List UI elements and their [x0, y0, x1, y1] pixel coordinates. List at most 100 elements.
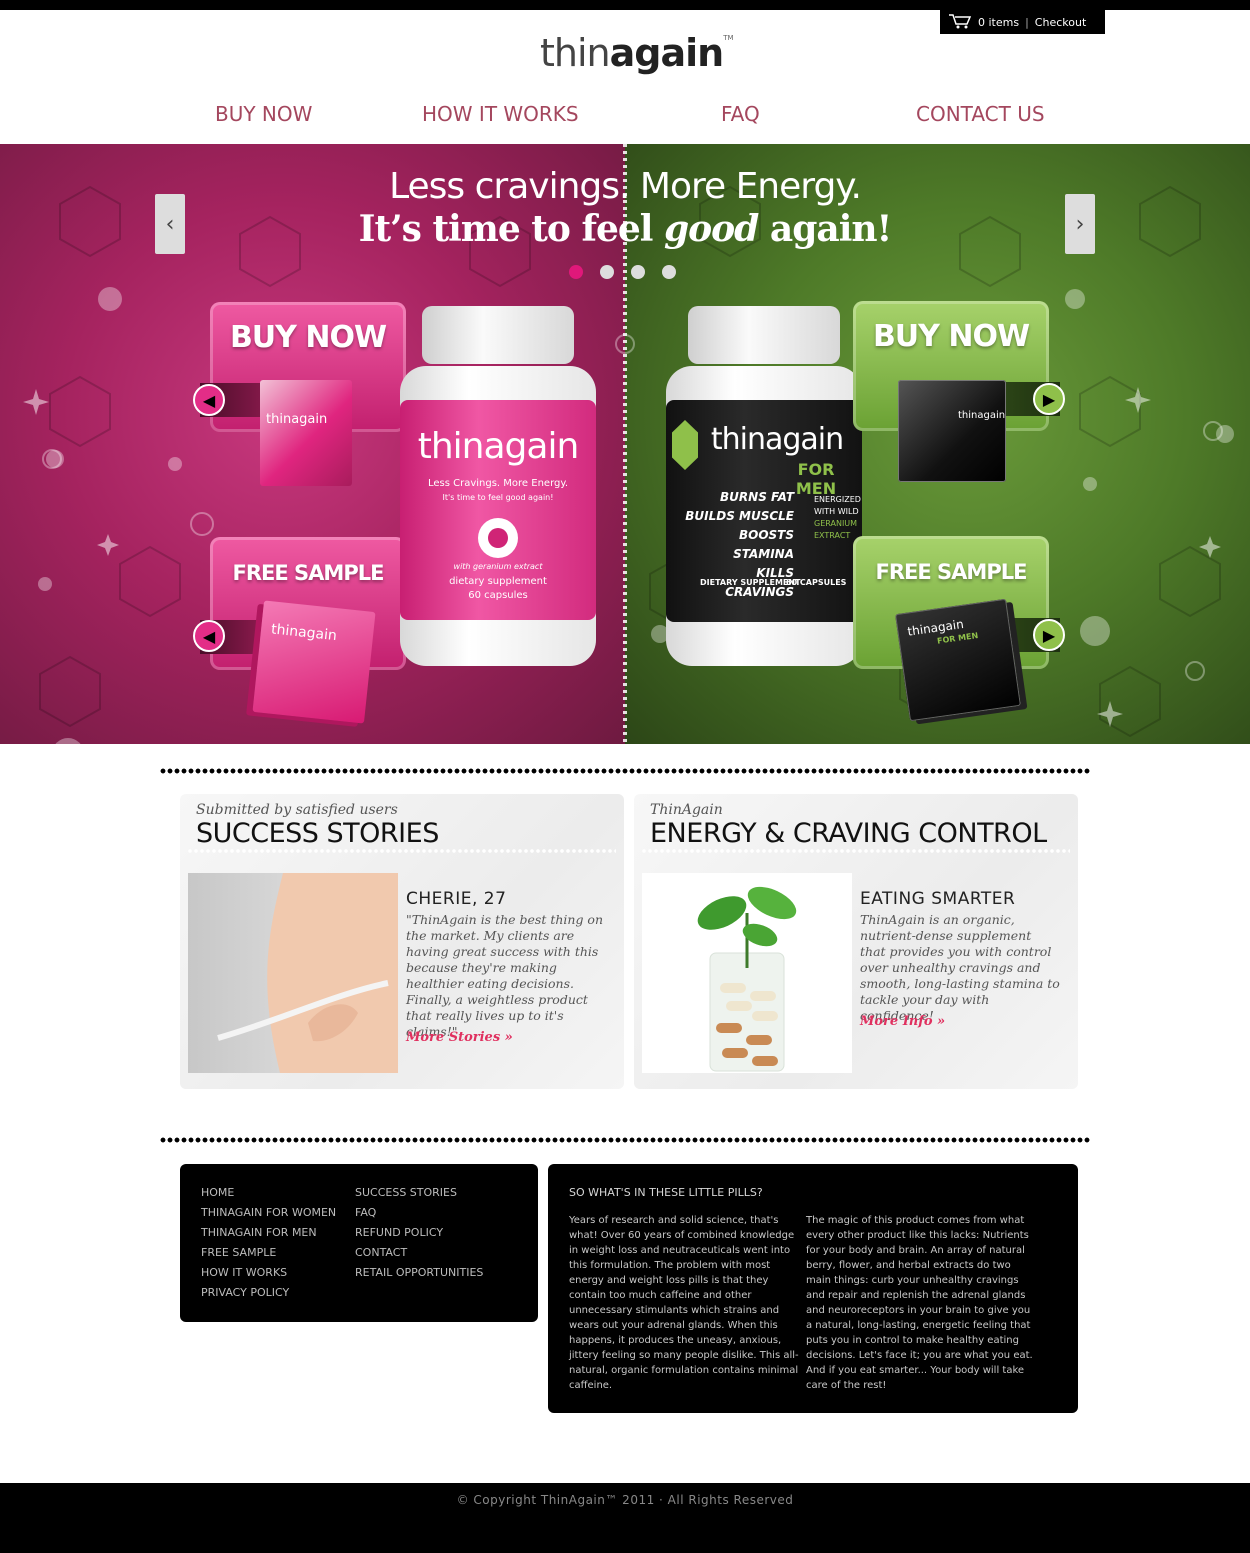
women-bottle-sub: It's time to feel good again! [442, 493, 554, 502]
footer-link-retail[interactable]: RETAIL OPPORTUNITIES [355, 1266, 483, 1280]
women-bottle-label: thinagain Less Cravings. More Energy. It… [400, 400, 596, 620]
men-bottle-label: thinagain FOR MEN BURNS FAT BUILDS MUSCL… [666, 400, 862, 622]
women-bottle-extract: with geranium extract [453, 562, 543, 571]
footer-nav-col-1: HOME THINAGAIN FOR WOMEN THINAGAIN FOR M… [201, 1186, 336, 1300]
top-bar [0, 0, 1250, 10]
footer-link-privacy[interactable]: PRIVACY POLICY [201, 1286, 336, 1300]
slider-pagination [569, 265, 676, 279]
arrow-left-icon: ◀ [202, 626, 216, 646]
hero-subheadline-end: again! [758, 208, 892, 250]
more-stories-link[interactable]: More Stories » [406, 1030, 513, 1045]
section-divider-bottom [160, 1137, 1090, 1143]
men-sample-arrow-button[interactable]: ▶ [1033, 619, 1065, 651]
section-divider-top [160, 768, 1090, 774]
men-claim: BUILDS MUSCLE [685, 509, 794, 523]
men-bottle-cap [688, 306, 840, 364]
men-bottle-energized: ENERGIZED WITH WILD GERANIUM EXTRACT [814, 494, 861, 542]
copyright-bar: © Copyright ThinAgain™ 2011 · All Rights… [0, 1483, 1250, 1553]
footer-info-paragraph-2: The magic of this product comes from wha… [806, 1215, 1033, 1391]
women-sample-pack: thinagain [252, 600, 376, 724]
measuring-tape-icon [217, 873, 398, 1073]
card-divider [642, 849, 1070, 853]
men-bottle-brand: thinagain [710, 422, 844, 457]
hero-subheadline: It’s time to feel good again! [0, 208, 1250, 250]
slider-dot-2[interactable] [600, 265, 614, 279]
chevron-left-icon: ‹ [165, 211, 175, 237]
checkout-link[interactable]: Checkout [1035, 16, 1086, 29]
chevron-right-icon: › [1075, 211, 1085, 237]
main-nav: BUY NOW HOW IT WORKS FAQ CONTACT US [0, 102, 1250, 132]
nav-buy-now[interactable]: BUY NOW [215, 102, 312, 126]
men-claim: BOOSTS STAMINA [733, 528, 794, 561]
cart-items-link[interactable]: 0 items [978, 16, 1019, 29]
arrow-right-icon: ▶ [1042, 389, 1056, 409]
cart-bar: 0 items | Checkout [940, 10, 1105, 34]
footer-info-title: SO WHAT'S IN THESE LITTLE PILLS? [569, 1186, 763, 1199]
men-energized-line: ENERGIZED [814, 495, 861, 504]
women-bottle-brand: thinagain [417, 426, 580, 467]
cart-icon[interactable] [948, 13, 972, 32]
hero-headline: Less cravings. More Energy. [389, 166, 862, 207]
footer-link-home[interactable]: HOME [201, 1186, 336, 1200]
footer-info-box: SO WHAT'S IN THESE LITTLE PILLS? Years o… [548, 1164, 1078, 1413]
men-energized-line: EXTRACT [814, 531, 851, 540]
hero-subheadline-start: It’s time to feel [358, 208, 664, 250]
cart-separator: | [1025, 15, 1029, 29]
men-buy-arrow-button[interactable]: ▶ [1033, 383, 1065, 415]
men-energized-line: GERANIUM [814, 519, 858, 528]
women-bottle-cap [422, 306, 574, 364]
slider-dot-1[interactable] [569, 265, 583, 279]
women-sample-arrow-button[interactable]: ◀ [193, 620, 225, 652]
slider-next-button[interactable]: › [1065, 194, 1095, 254]
slider-dot-4[interactable] [662, 265, 676, 279]
hero-subheadline-emphasis: good [663, 208, 759, 250]
women-bottle: thinagain Less Cravings. More Energy. It… [400, 366, 596, 666]
site-logo[interactable]: thin again TM [540, 22, 734, 75]
logo-text-thin: thin [540, 31, 611, 75]
footer-nav: HOME THINAGAIN FOR WOMEN THINAGAIN FOR M… [180, 1164, 538, 1322]
men-energized-line: WITH WILD [814, 507, 859, 516]
footer-link-men[interactable]: THINAGAIN FOR MEN [201, 1226, 336, 1240]
footer-link-faq[interactable]: FAQ [355, 1206, 483, 1220]
energy-craving-card: ThinAgain ENERGY & CRAVING CONTROL EATIN… [634, 794, 1078, 1089]
women-bottle-type: dietary supplement [449, 576, 547, 587]
women-bottle-tagline: Less Cravings. More Energy. [427, 478, 569, 489]
footer-link-refund[interactable]: REFUND POLICY [355, 1226, 483, 1240]
more-info-link[interactable]: More Info » [860, 1014, 945, 1029]
men-bottle: thinagain FOR MEN BURNS FAT BUILDS MUSCL… [666, 366, 862, 666]
men-product-box: thinagain [898, 380, 1006, 482]
arrow-left-icon: ◀ [202, 390, 216, 410]
slider-prev-button[interactable]: ‹ [155, 194, 185, 254]
card-divider [188, 849, 616, 853]
nav-faq[interactable]: FAQ [721, 102, 760, 126]
women-product-box: thinagain [260, 380, 352, 486]
footer-link-success-stories[interactable]: SUCCESS STORIES [355, 1186, 483, 1200]
success-person-name: CHERIE, 27 [406, 889, 507, 909]
success-photo [188, 873, 398, 1073]
men-box-brand: thinagain [958, 410, 1006, 421]
nav-contact-us[interactable]: CONTACT US [916, 102, 1045, 126]
logo-text-again: again [609, 31, 725, 75]
success-title: SUCCESS STORIES [196, 818, 439, 849]
success-quote: "ThinAgain is the best thing on the mark… [406, 912, 604, 1039]
women-buy-arrow-button[interactable]: ◀ [193, 384, 225, 416]
plant-capsules-icon [697, 886, 797, 1072]
footer-link-women[interactable]: THINAGAIN FOR WOMEN [201, 1206, 336, 1220]
women-bottle-count: 60 capsules [468, 590, 528, 601]
footer-link-free-sample[interactable]: FREE SAMPLE [201, 1246, 336, 1260]
nav-how-it-works[interactable]: HOW IT WORKS [422, 102, 579, 126]
footer-info-paragraph-1: Years of research and solid science, tha… [569, 1215, 799, 1391]
footer-nav-col-2: SUCCESS STORIES FAQ REFUND POLICY CONTAC… [355, 1186, 483, 1280]
men-bottle-count: 60 CAPSULES [786, 578, 847, 587]
energy-heading: EATING SMARTER [860, 889, 1016, 909]
women-sample-brand: thinagain [270, 621, 338, 645]
energy-title: ENERGY & CRAVING CONTROL [650, 818, 1047, 849]
success-subtitle: Submitted by satisfied users [196, 802, 398, 818]
arrow-right-icon: ▶ [1042, 625, 1056, 645]
energy-body: ThinAgain is an organic, nutrient-dense … [860, 912, 1060, 1023]
flower-icon [478, 518, 518, 558]
footer-link-how-it-works[interactable]: HOW IT WORKS [201, 1266, 336, 1280]
women-box-brand: thinagain [266, 412, 328, 427]
footer-link-contact[interactable]: CONTACT [355, 1246, 483, 1260]
slider-dot-3[interactable] [631, 265, 645, 279]
